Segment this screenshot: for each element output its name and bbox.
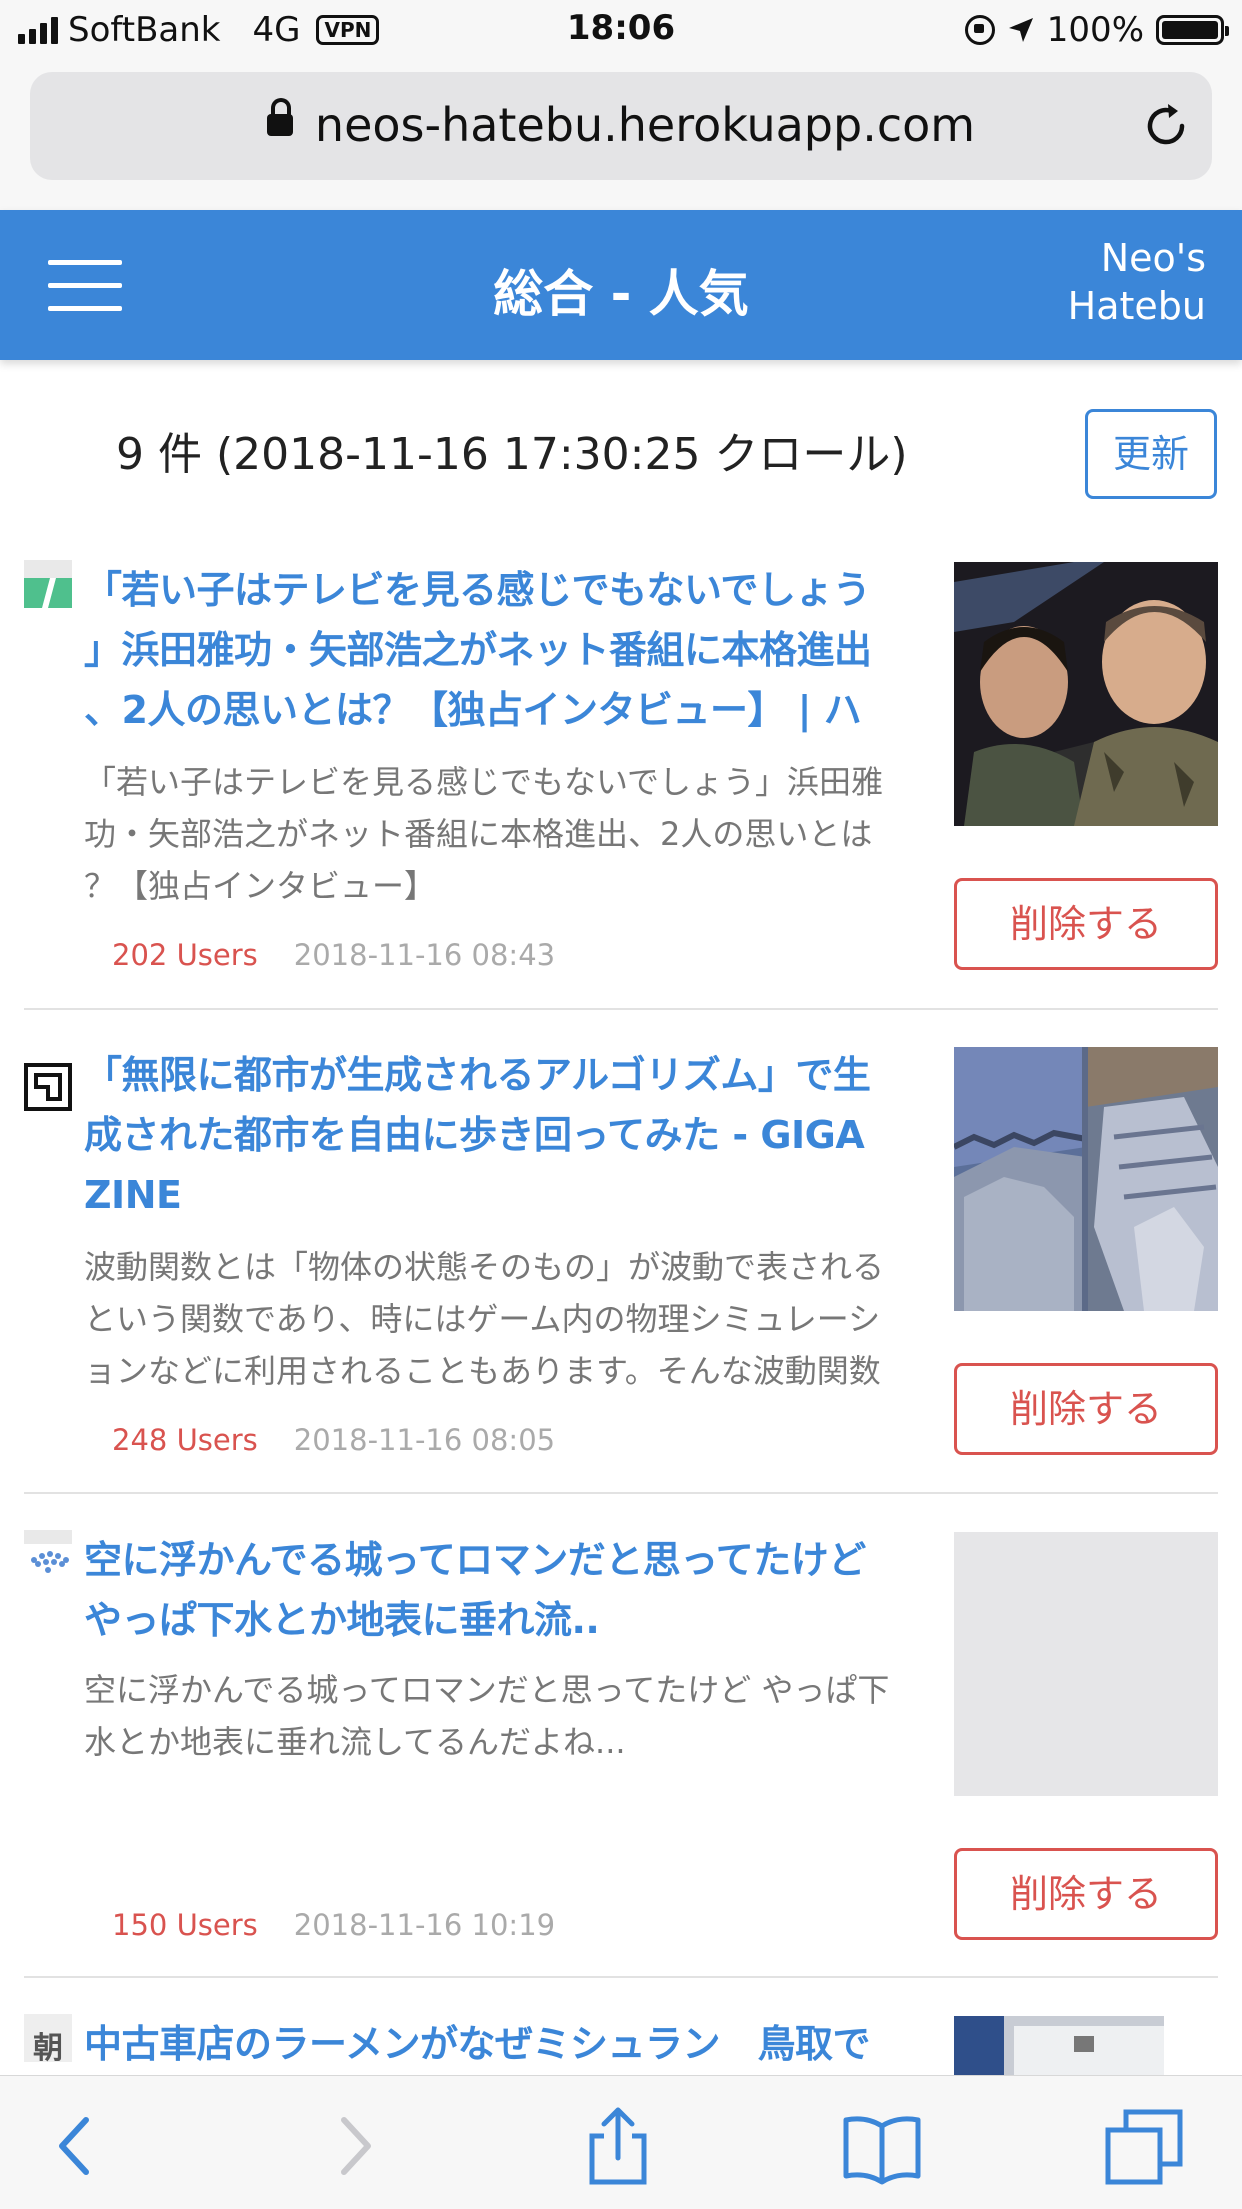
divider xyxy=(24,1008,1218,1010)
article-item: 「無限に都市が生成されるアルゴリズム」で生 成された都市を自由に歩き回ってみた … xyxy=(0,1045,1242,1495)
battery-percent: 100% xyxy=(1046,10,1144,50)
crawl-count: 9 件 (2018-11-16 17:30:25 クロール) xyxy=(116,429,908,480)
article-item: 朝 中古車店のラーメンがなぜミシュラン 鳥取で xyxy=(0,2014,1242,2075)
orientation-lock-icon xyxy=(964,15,995,45)
delete-button[interactable]: 削除する xyxy=(954,878,1218,970)
article-meta: 248 Users 2018-11-16 08:05 xyxy=(112,1423,555,1457)
status-right: 100% xyxy=(964,10,1229,50)
browser-chrome: neos-hatebu.herokuapp.com xyxy=(0,62,1242,210)
article-title-line: ZINE xyxy=(84,1173,182,1217)
address-text-wrap: neos-hatebu.herokuapp.com xyxy=(30,97,1212,152)
bookmark-users[interactable]: 202 Users xyxy=(112,938,258,972)
location-arrow-icon xyxy=(1008,18,1033,42)
delete-button[interactable]: 削除する xyxy=(954,1363,1218,1455)
article-desc-line: 波動関数とは「物体の状態そのもの」が波動で表される xyxy=(84,1248,885,1286)
favicon-text: 朝 xyxy=(33,2031,63,2062)
brand-line2: Hatebu xyxy=(1067,284,1206,328)
url-text: neos-hatebu.herokuapp.com xyxy=(314,98,976,152)
refresh-button[interactable]: 更新 xyxy=(1085,409,1217,499)
app-header: 総合 - 人気 Neo's Hatebu xyxy=(0,210,1242,360)
article-title-line: 中古車店のラーメンがなぜミシュラン 鳥取で xyxy=(84,2022,870,2066)
back-icon[interactable] xyxy=(38,2106,118,2186)
article-desc-line: 功・矢部浩之がネット番組に本格進出、2人の思いとは xyxy=(84,815,873,853)
tabs-icon[interactable] xyxy=(1104,2106,1184,2186)
divider xyxy=(24,1976,1218,1978)
article-date: 2018-11-16 10:19 xyxy=(293,1908,556,1942)
article-date: 2018-11-16 08:05 xyxy=(293,1423,556,1457)
brand-logo[interactable]: Neo's Hatebu xyxy=(1068,234,1206,330)
article-meta: 150 Users 2018-11-16 10:19 xyxy=(112,1908,555,1942)
delete-button[interactable]: 削除する xyxy=(954,1848,1218,1940)
site-favicon-icon xyxy=(24,1530,72,1573)
article-thumbnail-placeholder[interactable] xyxy=(954,1532,1218,1796)
article-title-line: 空に浮かんでる城ってロマンだと思ってたけど xyxy=(84,1538,866,1582)
article-title-line: 、2人の思いとは？【独占インタビュー】 | ハ xyxy=(84,688,862,732)
article-thumbnail[interactable] xyxy=(954,2016,1218,2075)
status-bar: SoftBank 4G VPN 18:06 100% xyxy=(0,0,1242,62)
article-title-line: やっぱ下水とか地表に垂れ流.. xyxy=(84,1598,600,1642)
article-title-line: 「無限に都市が生成されるアルゴリズム」で生 xyxy=(84,1053,871,1097)
forward-icon[interactable] xyxy=(312,2106,392,2186)
bookmarks-icon[interactable] xyxy=(842,2106,922,2186)
page-title: 総合 - 人気 xyxy=(493,265,749,323)
article-title-line: 」浜田雅功・矢部浩之がネット番組に本格進出 xyxy=(84,628,872,672)
article-title-line: 「若い子はテレビを見る感じでもないでしょう xyxy=(84,568,871,612)
site-favicon-icon xyxy=(24,1063,72,1111)
battery-icon xyxy=(1156,15,1229,45)
browser-toolbar xyxy=(0,2075,1242,2209)
share-icon[interactable] xyxy=(578,2106,658,2186)
article-desc-line: 「若い子はテレビを見る感じでもないでしょう」浜田雅 xyxy=(84,763,884,801)
reload-icon[interactable] xyxy=(1142,102,1190,150)
article-thumbnail[interactable] xyxy=(954,562,1218,826)
brand-line1: Neo's xyxy=(1100,236,1206,280)
article-date: 2018-11-16 08:43 xyxy=(293,938,556,972)
site-favicon-icon xyxy=(24,560,72,608)
article-desc-line: ？【独占インタビュー】 xyxy=(84,867,437,905)
article-meta: 202 Users 2018-11-16 08:43 xyxy=(112,938,555,972)
divider xyxy=(24,1492,1218,1494)
article-desc-line: という関数であり、時にはゲーム内の物理シミュレーシ xyxy=(84,1300,881,1338)
site-favicon-icon: 朝 xyxy=(24,2014,72,2062)
article-desc-line: 空に浮かんでる城ってロマンだと思ってたけど やっぱ下 xyxy=(84,1671,890,1709)
lock-icon xyxy=(266,97,293,136)
article-title-line: 成された都市を自由に歩き回ってみた - GIGA xyxy=(84,1113,865,1157)
article-desc-line: 水とか地表に垂れ流してるんだよね... xyxy=(84,1723,626,1761)
address-bar[interactable]: neos-hatebu.herokuapp.com xyxy=(30,72,1212,180)
article-item: 空に浮かんでる城ってロマンだと思ってたけど やっぱ下水とか地表に垂れ流.. 空に… xyxy=(0,1530,1242,1980)
article-thumbnail[interactable] xyxy=(954,1047,1218,1311)
article-desc-line: ョンなどに利用されることもあります。そんな波動関数 xyxy=(84,1352,881,1390)
bookmark-users[interactable]: 248 Users xyxy=(112,1423,258,1457)
article-item: 「若い子はテレビを見る感じでもないでしょう 」浜田雅功・矢部浩之がネット番組に本… xyxy=(0,560,1242,1010)
bookmark-users[interactable]: 150 Users xyxy=(112,1908,258,1942)
battery-fill xyxy=(1162,21,1218,39)
